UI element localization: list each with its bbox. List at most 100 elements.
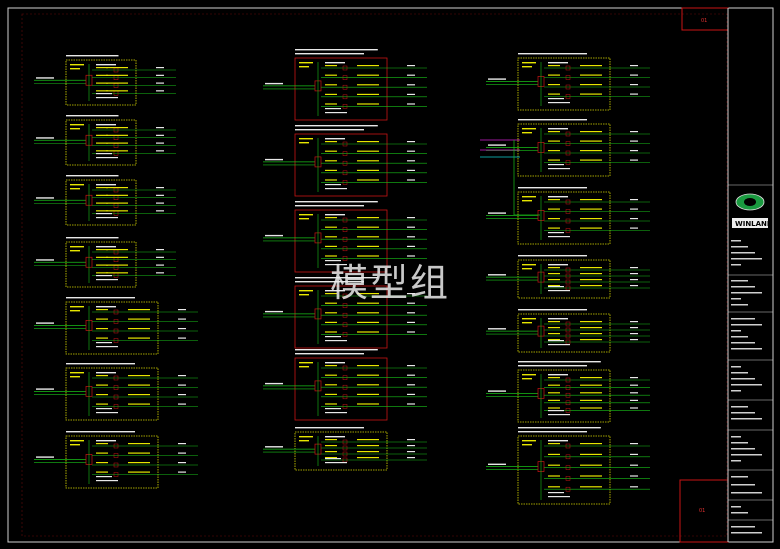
- text-placeholder: [325, 374, 337, 376]
- text-placeholder: [295, 53, 364, 55]
- title-block-text: [731, 390, 741, 392]
- text-placeholder: [630, 140, 638, 142]
- text-placeholder: [325, 439, 337, 441]
- text-placeholder: [96, 213, 112, 215]
- text-placeholder: [407, 217, 415, 219]
- text-placeholder: [66, 55, 119, 57]
- text-placeholder: [96, 375, 108, 377]
- title-block-text: [731, 460, 741, 462]
- text-placeholder: [580, 267, 602, 269]
- text-placeholder: [630, 464, 638, 466]
- text-placeholder: [265, 310, 283, 313]
- text-placeholder: [128, 394, 150, 396]
- text-placeholder: [630, 93, 638, 95]
- text-placeholder: [106, 67, 128, 69]
- text-placeholder: [96, 309, 108, 311]
- text-placeholder: [630, 199, 638, 201]
- text-placeholder: [178, 375, 186, 377]
- text-placeholder: [630, 218, 638, 220]
- text-placeholder: [548, 399, 560, 401]
- text-placeholder: [96, 403, 108, 405]
- text-placeholder: [66, 431, 135, 433]
- text-placeholder: [96, 480, 118, 482]
- title-block-text: [731, 512, 748, 514]
- text-placeholder: [325, 184, 341, 186]
- text-placeholder: [66, 175, 119, 177]
- text-placeholder: [70, 124, 84, 126]
- text-placeholder: [580, 140, 602, 142]
- text-placeholder: [96, 471, 108, 473]
- text-placeholder: [548, 464, 560, 466]
- text-placeholder: [630, 384, 638, 386]
- text-placeholder: [548, 199, 560, 201]
- text-placeholder: [96, 184, 116, 186]
- text-placeholder: [325, 179, 337, 181]
- text-placeholder: [630, 131, 638, 133]
- title-block-text: [731, 342, 755, 344]
- text-placeholder: [178, 318, 186, 320]
- text-placeholder: [299, 294, 309, 296]
- text-placeholder: [70, 444, 80, 446]
- text-placeholder: [407, 439, 415, 441]
- text-placeholder: [325, 112, 347, 114]
- text-placeholder: [357, 331, 379, 333]
- text-placeholder: [630, 279, 638, 281]
- text-placeholder: [178, 452, 186, 454]
- text-placeholder: [70, 440, 84, 442]
- text-placeholder: [299, 138, 313, 140]
- sheet-tag-bottom-label: 01: [699, 508, 705, 514]
- text-placeholder: [407, 226, 415, 228]
- text-placeholder: [299, 62, 313, 64]
- text-placeholder: [357, 103, 379, 105]
- text-placeholder: [96, 342, 112, 344]
- text-placeholder: [548, 93, 560, 95]
- text-placeholder: [156, 127, 164, 129]
- text-placeholder: [548, 486, 560, 488]
- text-placeholder: [70, 246, 84, 248]
- text-placeholder: [630, 327, 638, 329]
- title-block-text: [731, 324, 762, 326]
- text-placeholder: [325, 458, 341, 460]
- text-placeholder: [156, 272, 164, 274]
- text-placeholder: [357, 65, 379, 67]
- title-block: WINLAND: [727, 8, 773, 542]
- title-block-text: [731, 246, 748, 248]
- text-placeholder: [299, 362, 313, 364]
- text-placeholder: [96, 124, 116, 126]
- text-placeholder: [325, 445, 337, 447]
- text-placeholder: [522, 378, 532, 380]
- text-placeholder: [548, 374, 568, 376]
- text-placeholder: [548, 65, 560, 67]
- text-placeholder: [156, 187, 164, 189]
- text-placeholder: [156, 264, 164, 266]
- text-placeholder: [548, 344, 570, 346]
- text-placeholder: [96, 440, 116, 442]
- text-placeholder: [325, 62, 345, 64]
- text-placeholder: [325, 160, 337, 162]
- text-placeholder: [580, 218, 602, 220]
- text-placeholder: [325, 393, 337, 395]
- text-placeholder: [580, 84, 602, 86]
- title-block-text: [731, 532, 762, 534]
- title-block-text: [731, 412, 755, 414]
- sheet-tag-top-label: 01: [701, 18, 707, 24]
- text-placeholder: [156, 202, 164, 204]
- text-placeholder: [630, 285, 638, 287]
- text-placeholder: [407, 84, 415, 86]
- text-placeholder: [407, 451, 415, 453]
- text-placeholder: [630, 333, 638, 335]
- text-placeholder: [357, 160, 379, 162]
- text-placeholder: [548, 164, 564, 166]
- text-placeholder: [265, 82, 283, 85]
- text-placeholder: [70, 68, 80, 70]
- text-placeholder: [325, 312, 337, 314]
- text-placeholder: [407, 403, 415, 405]
- text-placeholder: [156, 134, 164, 136]
- text-placeholder: [580, 453, 602, 455]
- text-placeholder: [580, 159, 602, 161]
- text-placeholder: [630, 273, 638, 275]
- text-placeholder: [548, 333, 560, 335]
- text-placeholder: [325, 340, 347, 342]
- text-placeholder: [548, 407, 560, 409]
- text-placeholder: [580, 339, 602, 341]
